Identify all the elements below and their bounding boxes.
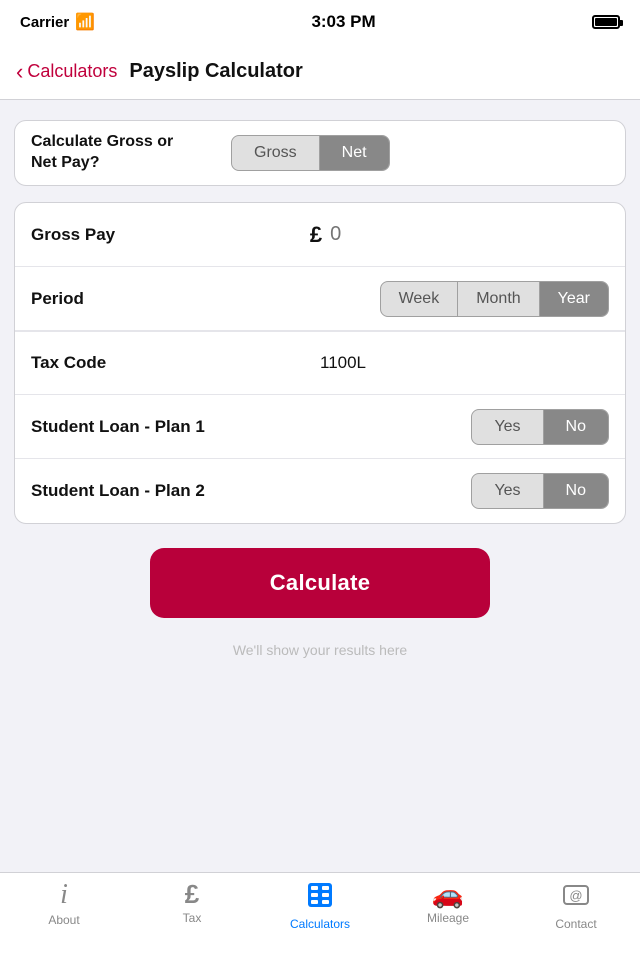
tax-code-row: Tax Code <box>15 331 625 395</box>
status-bar: Carrier 📶 3:03 PM <box>0 0 640 44</box>
tab-contact[interactable]: @ Contact <box>512 881 640 931</box>
gross-net-card: Calculate Gross orNet Pay? Gross Net <box>14 120 626 186</box>
tab-bar: i About £ Tax Calculators 🚗 Mileage <box>0 872 640 960</box>
carrier-info: Carrier 📶 <box>20 12 95 32</box>
sl2-no-btn[interactable]: No <box>544 474 608 508</box>
page-title: Payslip Calculator <box>129 60 302 83</box>
gross-net-segmented[interactable]: Gross Net <box>231 135 390 171</box>
period-label: Period <box>31 289 380 309</box>
tab-about[interactable]: i About <box>0 881 128 927</box>
tax-code-label: Tax Code <box>31 353 320 373</box>
about-label: About <box>48 913 79 927</box>
year-btn[interactable]: Year <box>540 282 608 316</box>
calculate-button[interactable]: Calculate <box>150 548 490 618</box>
carrier-label: Carrier <box>20 14 69 31</box>
hint-area: We'll show your results here <box>14 634 626 666</box>
main-content: Calculate Gross orNet Pay? Gross Net Gro… <box>0 100 640 686</box>
contact-icon: @ <box>562 881 590 913</box>
net-btn[interactable]: Net <box>320 136 389 170</box>
tab-calculators[interactable]: Calculators <box>256 881 384 931</box>
back-label: Calculators <box>27 61 117 82</box>
sl1-yes-btn[interactable]: Yes <box>472 410 543 444</box>
tab-tax[interactable]: £ Tax <box>128 881 256 925</box>
calculate-button-wrap: Calculate <box>14 548 626 618</box>
about-icon: i <box>60 881 68 909</box>
back-chevron-icon: ‹ <box>16 61 23 83</box>
student-loan-2-label: Student Loan - Plan 2 <box>31 481 471 501</box>
student-loan-2-row: Student Loan - Plan 2 Yes No <box>15 459 625 523</box>
gross-pay-row: Gross Pay £ <box>15 203 625 267</box>
gross-btn[interactable]: Gross <box>232 136 320 170</box>
sl1-no-btn[interactable]: No <box>544 410 608 444</box>
gross-net-label: Calculate Gross orNet Pay? <box>31 132 231 174</box>
hint-text: We'll show your results here <box>233 642 407 658</box>
battery-area <box>592 15 620 29</box>
sl2-yes-btn[interactable]: Yes <box>472 474 543 508</box>
tax-icon: £ <box>185 881 199 907</box>
battery-fill <box>595 18 617 26</box>
pound-symbol: £ <box>310 222 322 248</box>
month-btn[interactable]: Month <box>458 282 539 316</box>
student-loan-1-segmented[interactable]: Yes No <box>471 409 609 445</box>
nav-bar: ‹ Calculators Payslip Calculator <box>0 44 640 100</box>
fields-card: Gross Pay £ Period Week Month Year Tax C… <box>14 202 626 524</box>
week-btn[interactable]: Week <box>381 282 459 316</box>
back-button[interactable]: ‹ Calculators <box>16 61 117 83</box>
student-loan-1-row: Student Loan - Plan 1 Yes No <box>15 395 625 459</box>
mileage-label: Mileage <box>427 911 469 925</box>
gross-pay-label: Gross Pay <box>31 225 310 245</box>
tax-label: Tax <box>183 911 202 925</box>
contact-label: Contact <box>555 917 596 931</box>
tab-mileage[interactable]: 🚗 Mileage <box>384 881 512 925</box>
tax-code-input[interactable] <box>320 353 609 373</box>
student-loan-1-label: Student Loan - Plan 1 <box>31 417 471 437</box>
svg-text:@: @ <box>569 888 582 903</box>
status-time: 3:03 PM <box>311 12 375 32</box>
period-row: Period Week Month Year <box>15 267 625 331</box>
student-loan-2-segmented[interactable]: Yes No <box>471 473 609 509</box>
calculators-icon <box>306 881 334 913</box>
period-segmented[interactable]: Week Month Year <box>380 281 609 317</box>
gross-pay-input[interactable] <box>330 223 609 246</box>
wifi-icon: 📶 <box>75 12 95 32</box>
calculators-label: Calculators <box>290 917 350 931</box>
gross-net-row: Calculate Gross orNet Pay? Gross Net <box>15 121 625 185</box>
mileage-icon: 🚗 <box>432 881 464 907</box>
battery-icon <box>592 15 620 29</box>
